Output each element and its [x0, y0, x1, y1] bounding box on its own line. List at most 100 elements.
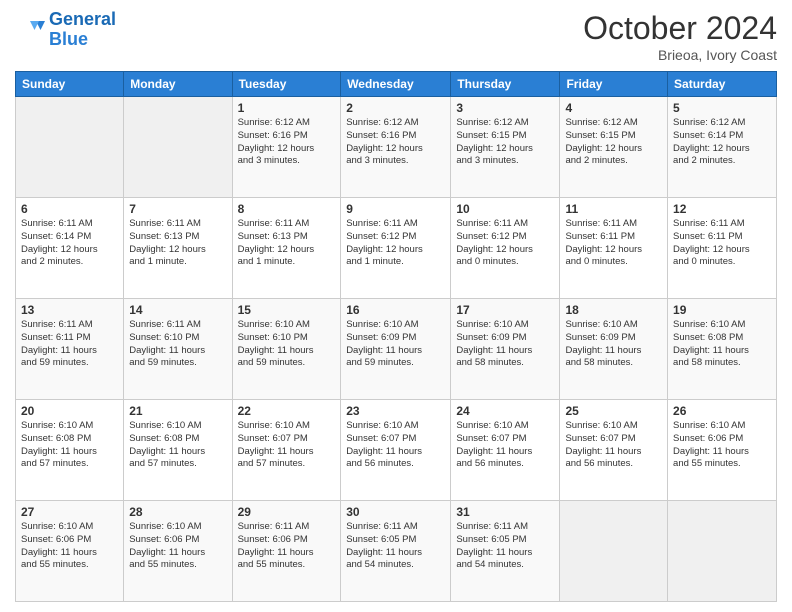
day-info: Sunrise: 6:10 AM Sunset: 6:06 PM Dayligh…: [21, 521, 118, 572]
day-number: 28: [129, 505, 226, 519]
day-info: Sunrise: 6:10 AM Sunset: 6:06 PM Dayligh…: [129, 521, 226, 572]
day-info: Sunrise: 6:10 AM Sunset: 6:07 PM Dayligh…: [565, 420, 662, 471]
day-number: 11: [565, 202, 662, 216]
calendar-cell: 22 Sunrise: 6:10 AM Sunset: 6:07 PM Dayli…: [232, 400, 341, 501]
calendar-cell: 27 Sunrise: 6:10 AM Sunset: 6:06 PM Dayli…: [16, 501, 124, 602]
day-info: Sunrise: 6:10 AM Sunset: 6:09 PM Dayligh…: [456, 319, 554, 370]
calendar-cell: 18Sunrise: 6:10 AM Sunset: 6:09 PM Dayli…: [560, 299, 668, 400]
day-number: 12: [673, 202, 771, 216]
day-number: 8: [238, 202, 336, 216]
day-number: 2: [346, 101, 445, 115]
calendar-cell: 5Sunrise: 6:12 AM Sunset: 6:14 PM Daylig…: [668, 97, 777, 198]
day-number: 26: [673, 404, 771, 418]
day-info: Sunrise: 6:11 AM Sunset: 6:11 PM Dayligh…: [565, 218, 662, 269]
calendar-cell: 8 Sunrise: 6:11 AM Sunset: 6:13 PM Daylig…: [232, 198, 341, 299]
calendar-cell: [16, 97, 124, 198]
day-number: 14: [129, 303, 226, 317]
day-info: Sunrise: 6:11 AM Sunset: 6:14 PM Dayligh…: [21, 218, 118, 269]
day-number: 13: [21, 303, 118, 317]
week-row-4: 20Sunrise: 6:10 AM Sunset: 6:08 PM Dayli…: [16, 400, 777, 501]
title-block: October 2024 Brieoa, Ivory Coast: [583, 10, 777, 63]
calendar-cell: 29 Sunrise: 6:11 AM Sunset: 6:06 PM Dayli…: [232, 501, 341, 602]
calendar-cell: 31 Sunrise: 6:11 AM Sunset: 6:05 PM Dayli…: [451, 501, 560, 602]
logo-general: General: [49, 9, 116, 29]
calendar-cell: 7 Sunrise: 6:11 AM Sunset: 6:13 PM Daylig…: [124, 198, 232, 299]
calendar-cell: 30 Sunrise: 6:11 AM Sunset: 6:05 PM Dayli…: [341, 501, 451, 602]
day-info: Sunrise: 6:10 AM Sunset: 6:07 PM Dayligh…: [456, 420, 554, 471]
calendar-cell: 10Sunrise: 6:11 AM Sunset: 6:12 PM Dayli…: [451, 198, 560, 299]
day-info: Sunrise: 6:10 AM Sunset: 6:10 PM Dayligh…: [238, 319, 336, 370]
week-row-3: 13 Sunrise: 6:11 AM Sunset: 6:11 PM Dayli…: [16, 299, 777, 400]
calendar-body: 1Sunrise: 6:12 AM Sunset: 6:16 PM Daylig…: [16, 97, 777, 602]
week-row-2: 6Sunrise: 6:11 AM Sunset: 6:14 PM Daylig…: [16, 198, 777, 299]
day-number: 15: [238, 303, 336, 317]
day-info: Sunrise: 6:12 AM Sunset: 6:16 PM Dayligh…: [238, 117, 336, 168]
calendar-cell: 1Sunrise: 6:12 AM Sunset: 6:16 PM Daylig…: [232, 97, 341, 198]
day-header-friday: Friday: [560, 72, 668, 97]
day-info: Sunrise: 6:11 AM Sunset: 6:11 PM Dayligh…: [673, 218, 771, 269]
day-info: Sunrise: 6:12 AM Sunset: 6:15 PM Dayligh…: [456, 117, 554, 168]
calendar-cell: 21Sunrise: 6:10 AM Sunset: 6:08 PM Dayli…: [124, 400, 232, 501]
day-number: 7: [129, 202, 226, 216]
day-header-monday: Monday: [124, 72, 232, 97]
calendar-cell: [668, 501, 777, 602]
day-info: Sunrise: 6:10 AM Sunset: 6:08 PM Dayligh…: [21, 420, 118, 471]
day-info: Sunrise: 6:10 AM Sunset: 6:07 PM Dayligh…: [238, 420, 336, 471]
day-info: Sunrise: 6:11 AM Sunset: 6:05 PM Dayligh…: [346, 521, 445, 572]
day-info: Sunrise: 6:10 AM Sunset: 6:06 PM Dayligh…: [673, 420, 771, 471]
day-number: 31: [456, 505, 554, 519]
calendar-cell: 4Sunrise: 6:12 AM Sunset: 6:15 PM Daylig…: [560, 97, 668, 198]
day-number: 5: [673, 101, 771, 115]
day-number: 24: [456, 404, 554, 418]
calendar-cell: 26 Sunrise: 6:10 AM Sunset: 6:06 PM Dayli…: [668, 400, 777, 501]
day-number: 3: [456, 101, 554, 115]
calendar-cell: 15 Sunrise: 6:10 AM Sunset: 6:10 PM Dayli…: [232, 299, 341, 400]
week-row-1: 1Sunrise: 6:12 AM Sunset: 6:16 PM Daylig…: [16, 97, 777, 198]
day-number: 30: [346, 505, 445, 519]
logo: General Blue: [15, 10, 116, 50]
calendar-cell: 16Sunrise: 6:10 AM Sunset: 6:09 PM Dayli…: [341, 299, 451, 400]
calendar-cell: 17Sunrise: 6:10 AM Sunset: 6:09 PM Dayli…: [451, 299, 560, 400]
day-header-tuesday: Tuesday: [232, 72, 341, 97]
calendar-cell: 11 Sunrise: 6:11 AM Sunset: 6:11 PM Dayli…: [560, 198, 668, 299]
day-info: Sunrise: 6:11 AM Sunset: 6:13 PM Dayligh…: [129, 218, 226, 269]
location: Brieoa, Ivory Coast: [583, 47, 777, 63]
day-number: 19: [673, 303, 771, 317]
logo-blue: Blue: [49, 29, 88, 49]
calendar-cell: [124, 97, 232, 198]
calendar-cell: 23Sunrise: 6:10 AM Sunset: 6:07 PM Dayli…: [341, 400, 451, 501]
calendar-cell: 19Sunrise: 6:10 AM Sunset: 6:08 PM Dayli…: [668, 299, 777, 400]
logo-text: General Blue: [49, 10, 116, 50]
day-number: 25: [565, 404, 662, 418]
day-info: Sunrise: 6:12 AM Sunset: 6:15 PM Dayligh…: [565, 117, 662, 168]
day-number: 9: [346, 202, 445, 216]
day-number: 22: [238, 404, 336, 418]
day-info: Sunrise: 6:11 AM Sunset: 6:11 PM Dayligh…: [21, 319, 118, 370]
calendar-cell: 13 Sunrise: 6:11 AM Sunset: 6:11 PM Dayli…: [16, 299, 124, 400]
calendar: SundayMondayTuesdayWednesdayThursdayFrid…: [15, 71, 777, 602]
calendar-cell: 6Sunrise: 6:11 AM Sunset: 6:14 PM Daylig…: [16, 198, 124, 299]
day-header-thursday: Thursday: [451, 72, 560, 97]
day-info: Sunrise: 6:11 AM Sunset: 6:05 PM Dayligh…: [456, 521, 554, 572]
day-info: Sunrise: 6:11 AM Sunset: 6:06 PM Dayligh…: [238, 521, 336, 572]
day-number: 23: [346, 404, 445, 418]
week-row-5: 27 Sunrise: 6:10 AM Sunset: 6:06 PM Dayli…: [16, 501, 777, 602]
calendar-cell: 25 Sunrise: 6:10 AM Sunset: 6:07 PM Dayli…: [560, 400, 668, 501]
day-header-saturday: Saturday: [668, 72, 777, 97]
month-year: October 2024: [583, 10, 777, 47]
calendar-cell: 2 Sunrise: 6:12 AM Sunset: 6:16 PM Daylig…: [341, 97, 451, 198]
calendar-cell: 3 Sunrise: 6:12 AM Sunset: 6:15 PM Daylig…: [451, 97, 560, 198]
day-info: Sunrise: 6:12 AM Sunset: 6:16 PM Dayligh…: [346, 117, 445, 168]
day-header-wednesday: Wednesday: [341, 72, 451, 97]
day-info: Sunrise: 6:11 AM Sunset: 6:13 PM Dayligh…: [238, 218, 336, 269]
logo-icon: [15, 15, 45, 45]
calendar-cell: [560, 501, 668, 602]
day-number: 27: [21, 505, 118, 519]
calendar-cell: 24 Sunrise: 6:10 AM Sunset: 6:07 PM Dayli…: [451, 400, 560, 501]
day-info: Sunrise: 6:10 AM Sunset: 6:09 PM Dayligh…: [565, 319, 662, 370]
day-number: 29: [238, 505, 336, 519]
calendar-cell: 12 Sunrise: 6:11 AM Sunset: 6:11 PM Dayli…: [668, 198, 777, 299]
calendar-cell: 9 Sunrise: 6:11 AM Sunset: 6:12 PM Daylig…: [341, 198, 451, 299]
day-info: Sunrise: 6:11 AM Sunset: 6:12 PM Dayligh…: [346, 218, 445, 269]
day-header-sunday: Sunday: [16, 72, 124, 97]
